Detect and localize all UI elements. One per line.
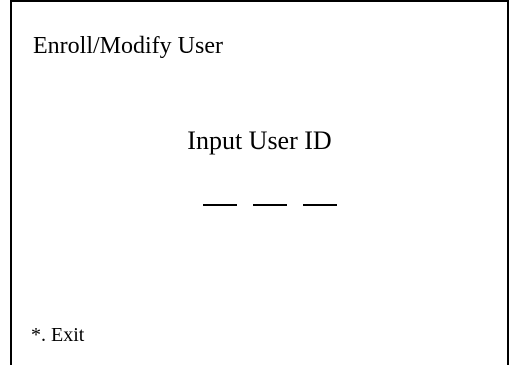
screen-title: Enroll/Modify User: [33, 33, 223, 59]
user-id-digit-slot-2: [253, 204, 287, 206]
user-id-prompt: Input User ID: [187, 126, 332, 155]
user-id-input[interactable]: [202, 204, 338, 216]
exit-option[interactable]: *. Exit: [31, 321, 84, 349]
user-id-digit-slot-3: [303, 204, 337, 206]
device-screen: Enroll/Modify User Input User ID *. Exit: [10, 0, 509, 365]
user-id-digit-slot-1: [203, 204, 237, 206]
